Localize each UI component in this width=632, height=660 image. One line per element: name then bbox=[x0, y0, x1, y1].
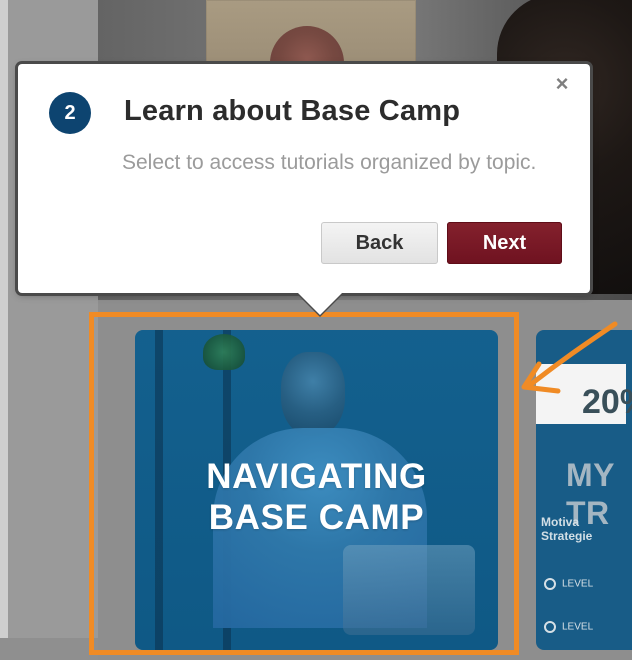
close-icon[interactable]: × bbox=[550, 72, 574, 96]
bottom-left-background bbox=[0, 638, 98, 660]
side-card-row-2-label: LEVEL bbox=[562, 621, 594, 633]
tooltip-title: Learn about Base Camp bbox=[124, 95, 461, 127]
tour-tooltip: 2 Learn about Base Camp × Select to acce… bbox=[18, 64, 590, 293]
step-number-badge: 2 bbox=[49, 92, 91, 134]
check-circle-icon bbox=[544, 578, 556, 590]
next-button[interactable]: Next bbox=[447, 222, 562, 264]
side-card-row-1: LEVEL bbox=[544, 578, 628, 590]
check-circle-icon bbox=[544, 621, 556, 633]
orange-highlight-box bbox=[89, 312, 519, 655]
side-card-row-1-label: LEVEL bbox=[562, 578, 594, 590]
side-card-row-2: LEVEL bbox=[544, 621, 628, 633]
side-card-subtitle: Motiva Strategie bbox=[541, 515, 593, 543]
side-card-percentage: 20% bbox=[582, 383, 632, 421]
tutorial-screen: 2 Learn about Base Camp × Select to acce… bbox=[0, 0, 632, 660]
side-topic-card[interactable]: 20% MY TR Motiva Strategie LEVEL LEVEL bbox=[536, 330, 632, 650]
back-button[interactable]: Back bbox=[321, 222, 438, 264]
tooltip-description: Select to access tutorials organized by … bbox=[122, 151, 537, 174]
